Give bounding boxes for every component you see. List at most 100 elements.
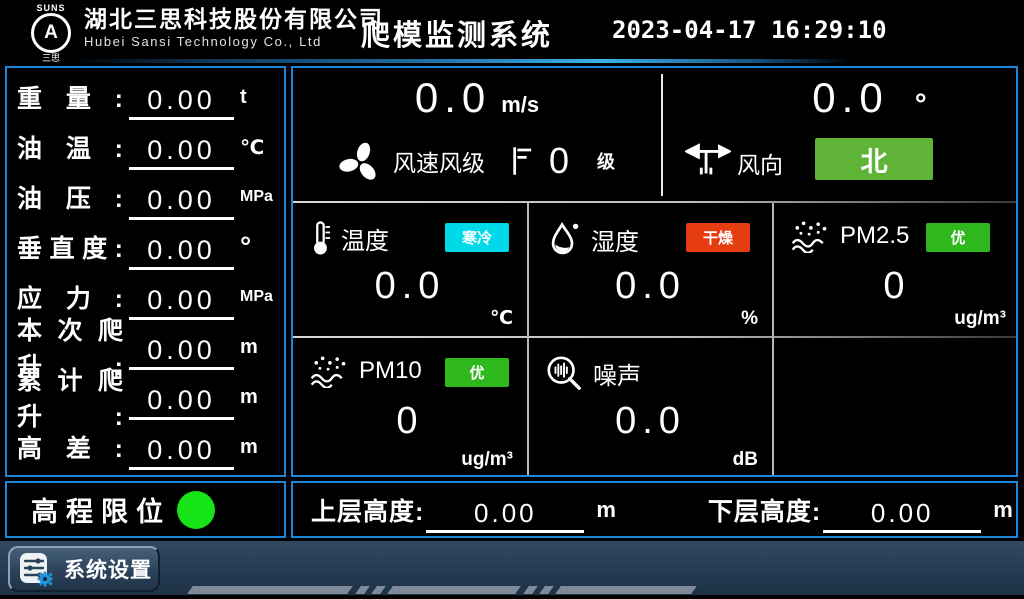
upper-height-unit: m	[596, 497, 616, 523]
sensor-value: 0	[774, 265, 1020, 308]
droplet-icon	[545, 219, 581, 259]
company-name-block: 湖北三思科技股份有限公司 Hubei Sansi Technology Co.,…	[84, 5, 384, 51]
settings-button-label: 系统设置	[64, 554, 152, 584]
upper-height-label: 上层高度:	[311, 492, 424, 528]
sensor-name: 温度	[341, 221, 389, 256]
wind-level-value: 0	[549, 140, 571, 182]
sensor-cell-pm25: PM2.5 优 0 ug/m³	[774, 203, 1020, 336]
measure-label: 垂直度:	[17, 229, 123, 265]
measure-unit: °	[240, 231, 276, 263]
measure-label: 油压:	[17, 179, 123, 215]
wind-level-unit: 级	[597, 148, 615, 174]
measure-label: 应力:	[17, 279, 123, 315]
wind-direction-badge: 北	[815, 138, 933, 180]
measure-unit: MPa	[240, 188, 276, 206]
measure-unit: t	[240, 86, 276, 109]
sensor-unit: ug/m³	[954, 308, 1006, 330]
measure-label: 油温:	[17, 129, 123, 165]
measure-unit: MPa	[240, 288, 276, 306]
sensor-value: 0	[293, 400, 527, 443]
noise-meter-icon	[545, 354, 583, 392]
settings-sliders-gear-icon	[18, 551, 54, 587]
measure-unit: m	[240, 386, 276, 409]
sensor-value: 0.0	[293, 265, 527, 308]
thermometer-icon	[309, 219, 331, 257]
sensor-name: PM2.5	[840, 222, 909, 250]
lower-height-unit: m	[993, 497, 1013, 523]
wind-direction-label: 风向	[737, 146, 783, 180]
sensor-cell-pm10: PM10 优 0 ug/m³	[293, 338, 527, 477]
measure-value: 0.00	[129, 85, 234, 120]
elevation-limit-indicator	[177, 491, 215, 529]
measure-value: 0.00	[129, 235, 234, 270]
logo-letter: A	[44, 22, 58, 44]
elevation-limit-panel: 高程限位	[5, 481, 286, 538]
sensor-cell-noise: 噪声 0.0 dB	[529, 338, 772, 477]
page-title: 爬模监测系统	[352, 12, 562, 54]
elevation-limit-label: 高程限位	[31, 490, 171, 529]
header-divider-glow	[70, 59, 850, 63]
measure-unit: ℃	[240, 135, 276, 160]
footer-bar: 系统设置	[0, 541, 1024, 599]
measure-value: 0.00	[129, 385, 234, 420]
sensor-status-badge: 干燥	[686, 223, 750, 252]
lower-height-label: 下层高度:	[708, 492, 821, 528]
measure-value: 0.00	[129, 185, 234, 220]
fan-icon	[339, 140, 381, 182]
footer-decor-stripe	[190, 586, 694, 594]
wind-direction-unit: °	[915, 88, 927, 122]
measure-value: 0.00	[129, 335, 234, 370]
company-name-en: Hubei Sansi Technology Co., Ltd	[84, 33, 384, 51]
wind-speed-section: 0.0 m/s 风速风级 0 级	[293, 68, 661, 202]
measure-value: 0.00	[129, 435, 234, 470]
company-logo: SUNS A 三思	[24, 3, 78, 57]
measure-label: 高差:	[17, 429, 123, 465]
measure-unit: m	[240, 336, 276, 359]
lower-height-value: 0.00	[823, 498, 981, 533]
sensor-cell-temperature: 温度 寒冷 0.0 ℃	[293, 203, 527, 336]
measure-row-oil-temp: 油温: 0.00 ℃	[17, 122, 276, 172]
sensor-status-badge: 寒冷	[445, 223, 509, 252]
sensor-unit: dB	[733, 449, 758, 471]
climbing-formwork-monitor-screen: SUNS A 三思 湖北三思科技股份有限公司 Hubei Sansi Techn…	[0, 0, 1024, 599]
sensor-name: 噪声	[593, 356, 641, 391]
logo-suns-text: SUNS	[24, 3, 78, 13]
wind-speed-value: 0.0	[415, 74, 491, 122]
wind-speed-unit: m/s	[501, 92, 539, 118]
measure-row-weight: 重量: 0.00 t	[17, 72, 276, 122]
sensor-cell-humidity: 湿度 干燥 0.0 %	[529, 203, 772, 336]
wind-vane-icon	[685, 140, 731, 180]
measure-row-verticality: 垂直度: 0.00 °	[17, 222, 276, 272]
system-settings-button[interactable]: 系统设置	[8, 546, 160, 592]
sensor-name: 湿度	[591, 222, 639, 257]
wind-direction-section: 0.0 ° 风向	[663, 68, 1016, 202]
wind-speed-label: 风速风级	[393, 144, 485, 178]
measure-row-oil-pressure: 油压: 0.00 MPa	[17, 172, 276, 222]
wind-direction-value: 0.0	[812, 74, 888, 122]
sensor-value: 0.0	[529, 265, 772, 308]
measurements-panel: 重量: 0.00 t 油温: 0.00 ℃ 油压: 0.00 MPa 垂直度: …	[5, 66, 286, 477]
upper-height-value: 0.00	[426, 498, 584, 533]
environment-panel: 0.0 m/s 风速风级 0 级	[291, 66, 1018, 477]
sensor-status-badge: 优	[445, 358, 509, 387]
lower-height-group: 下层高度: 0.00 m	[708, 486, 1013, 533]
dust-particles-icon	[309, 354, 349, 388]
measure-label: 重量:	[17, 79, 123, 115]
sensor-name: PM10	[359, 357, 422, 385]
header: SUNS A 三思 湖北三思科技股份有限公司 Hubei Sansi Techn…	[0, 0, 1024, 58]
measure-row-total-climb: 累计爬升: 0.00 m	[17, 372, 276, 422]
dust-particles-icon	[790, 219, 830, 253]
wind-level-flag-icon	[511, 145, 533, 177]
measure-row-height-diff: 高差: 0.00 m	[17, 422, 276, 472]
upper-height-group: 上层高度: 0.00 m	[311, 486, 616, 533]
measure-value: 0.00	[129, 135, 234, 170]
sensor-unit: ℃	[490, 307, 513, 330]
logo-circle-icon: A	[31, 13, 71, 53]
measure-label: 累计爬升:	[17, 361, 123, 433]
company-name-cn: 湖北三思科技股份有限公司	[84, 5, 384, 33]
measure-unit: m	[240, 436, 276, 459]
sensor-value: 0.0	[529, 400, 772, 443]
datetime-display: 2023-04-17 16:29:10	[612, 16, 887, 44]
sensor-unit: %	[741, 308, 758, 330]
layer-heights-panel: 上层高度: 0.00 m 下层高度: 0.00 m	[291, 481, 1018, 538]
